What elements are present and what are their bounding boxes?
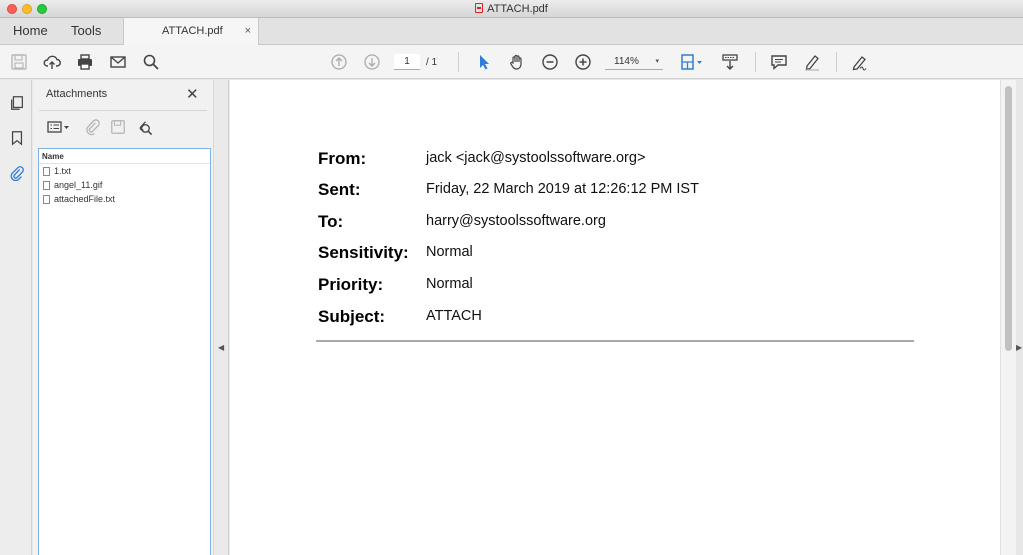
toolbar-divider: [755, 52, 756, 72]
from-value: jack <jack@systoolssoftware.org>: [426, 150, 646, 166]
to-label: To:: [318, 212, 344, 231]
panel-splitter[interactable]: ◀: [213, 80, 229, 555]
sent-label: Sent:: [318, 180, 361, 199]
previous-page-icon[interactable]: [329, 52, 349, 72]
tab-home[interactable]: Home: [13, 23, 48, 38]
priority-label: Priority:: [318, 275, 384, 294]
close-icon[interactable]: ✕: [186, 85, 199, 103]
column-header-name[interactable]: Name: [39, 149, 210, 164]
tab-bar: Home Tools ATTACH.pdf ×: [0, 18, 1023, 45]
right-panel-toggle[interactable]: ▶: [1016, 80, 1023, 555]
save-attachment-icon[interactable]: [108, 118, 128, 136]
subject-label: Subject:: [318, 307, 386, 326]
search-icon[interactable]: [141, 52, 161, 72]
pdf-file-icon: [475, 3, 484, 13]
save-icon[interactable]: [9, 52, 29, 72]
attachments-panel: Attachments ✕ Name 1.txt angel_11.gif at…: [33, 80, 213, 555]
list-item[interactable]: angel_11.gif: [39, 178, 210, 192]
tab-tools[interactable]: Tools: [71, 23, 101, 38]
navigation-rail: [0, 80, 32, 555]
hand-tool-icon[interactable]: [507, 52, 527, 72]
document-page: From: jack <jack@systoolssoftware.org> S…: [230, 80, 1000, 555]
next-page-icon[interactable]: [362, 52, 382, 72]
window-titlebar: ATTACH.pdf: [0, 0, 1023, 18]
comment-icon[interactable]: [769, 52, 789, 72]
image-file-icon: [43, 180, 50, 190]
chevron-down-icon: ▾: [655, 58, 659, 65]
search-attachments-icon[interactable]: [134, 118, 154, 136]
attachment-paperclip-icon[interactable]: [8, 164, 26, 182]
tab-document[interactable]: ATTACH.pdf ×: [123, 18, 259, 45]
scrollbar-thumb[interactable]: [1005, 86, 1012, 351]
options-menu-icon[interactable]: [46, 118, 72, 136]
to-value: harry@systoolssoftware.org: [426, 213, 606, 229]
panel-divider: [39, 110, 207, 111]
page-number-input[interactable]: 1: [394, 54, 420, 70]
header-divider: [316, 340, 914, 342]
highlight-pen-icon[interactable]: [802, 52, 822, 72]
text-file-icon: [43, 194, 50, 204]
vertical-scrollbar[interactable]: [1000, 80, 1016, 555]
sign-icon[interactable]: [850, 52, 870, 72]
from-label: From:: [318, 149, 367, 168]
add-attachment-icon[interactable]: [83, 118, 103, 136]
text-file-icon: [43, 166, 50, 176]
page-thumbnails-icon[interactable]: [8, 94, 26, 112]
sensitivity-value: Normal: [426, 244, 473, 260]
page-fit-icon[interactable]: [679, 52, 705, 72]
zoom-level-select[interactable]: 114% ▾: [605, 54, 663, 70]
scroll-mode-icon[interactable]: [720, 52, 740, 72]
expand-right-icon[interactable]: ▶: [1016, 343, 1022, 352]
file-name: attachedFile.txt: [54, 194, 116, 204]
sensitivity-label: Sensitivity:: [318, 243, 409, 262]
window-title: ATTACH.pdf: [0, 3, 1023, 15]
toolbar-divider: [458, 52, 459, 72]
page-total-label: / 1: [426, 57, 438, 68]
window-title-text: ATTACH.pdf: [487, 3, 548, 15]
tab-document-label: ATTACH.pdf: [162, 25, 223, 37]
priority-value: Normal: [426, 276, 473, 292]
tab-close-icon[interactable]: ×: [245, 25, 251, 37]
list-item[interactable]: attachedFile.txt: [39, 192, 210, 206]
attachments-list: Name 1.txt angel_11.gif attachedFile.txt: [38, 148, 211, 555]
attachments-panel-title: Attachments: [46, 88, 108, 100]
sent-value: Friday, 22 March 2019 at 12:26:12 PM IST: [426, 181, 699, 197]
print-icon[interactable]: [75, 52, 95, 72]
email-icon[interactable]: [108, 52, 128, 72]
upload-cloud-icon[interactable]: [42, 52, 62, 72]
toolbar-divider: [836, 52, 837, 72]
subject-value: ATTACH: [426, 308, 482, 324]
bookmark-icon[interactable]: [8, 129, 26, 147]
zoom-in-icon[interactable]: [573, 52, 593, 72]
zoom-out-icon[interactable]: [540, 52, 560, 72]
file-name: 1.txt: [54, 166, 72, 176]
main-toolbar: 1 / 1 114% ▾: [0, 45, 1023, 79]
select-cursor-icon[interactable]: [474, 52, 494, 72]
zoom-level-value: 114%: [614, 56, 639, 67]
collapse-left-icon[interactable]: ◀: [218, 343, 224, 352]
file-name: angel_11.gif: [54, 180, 103, 190]
list-item[interactable]: 1.txt: [39, 164, 210, 178]
